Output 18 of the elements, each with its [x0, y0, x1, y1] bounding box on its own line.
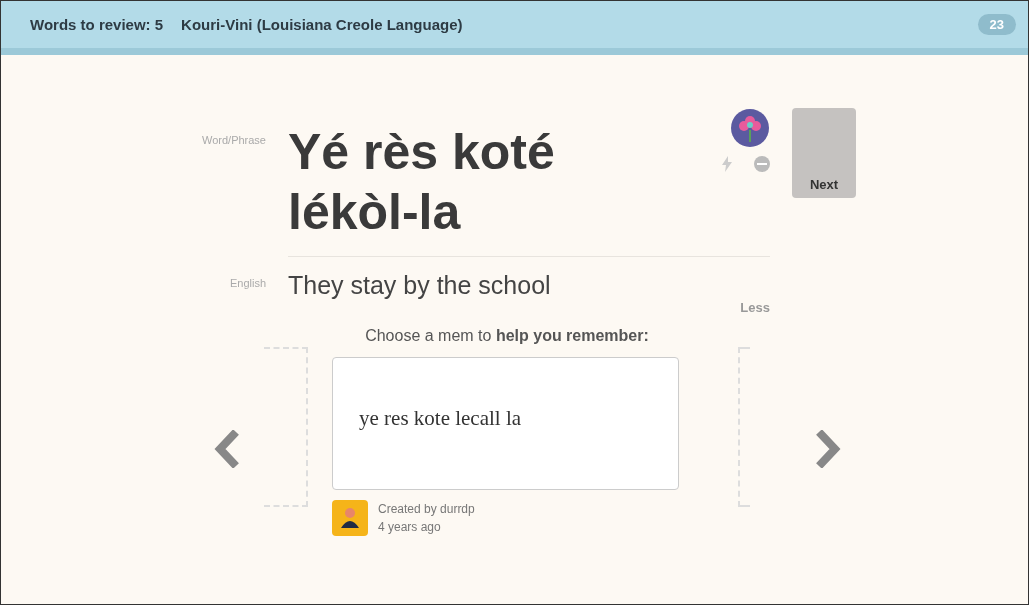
word-label: Word/Phrase: [202, 134, 266, 148]
flower-avatar-icon: [730, 108, 770, 148]
next-arrow-button[interactable]: [815, 430, 841, 471]
mem-text: ye res kote lecall la: [359, 406, 522, 430]
review-count: Words to review: 5: [30, 16, 164, 33]
course-title: Kouri-Vini (Louisiana Creole Language): [181, 16, 463, 33]
minus-circle-icon[interactable]: [754, 156, 770, 172]
next-button[interactable]: Next: [792, 108, 856, 198]
previous-button[interactable]: [214, 430, 240, 471]
created-time: 4 years ago: [378, 520, 442, 534]
english-translation: They stay by the school: [288, 271, 552, 300]
english-label: English: [229, 277, 266, 291]
creator-name: Created by durrdp: [378, 502, 475, 516]
points-badge: 23: [977, 14, 1016, 35]
mem-card[interactable]: ye res kote lecall la: [332, 357, 679, 490]
user-avatar-icon: [332, 500, 368, 536]
word-phrase: Yé rès koté lékòl-la: [288, 123, 556, 242]
mem-prompt: Choose a mem to help you remember:: [364, 327, 650, 345]
